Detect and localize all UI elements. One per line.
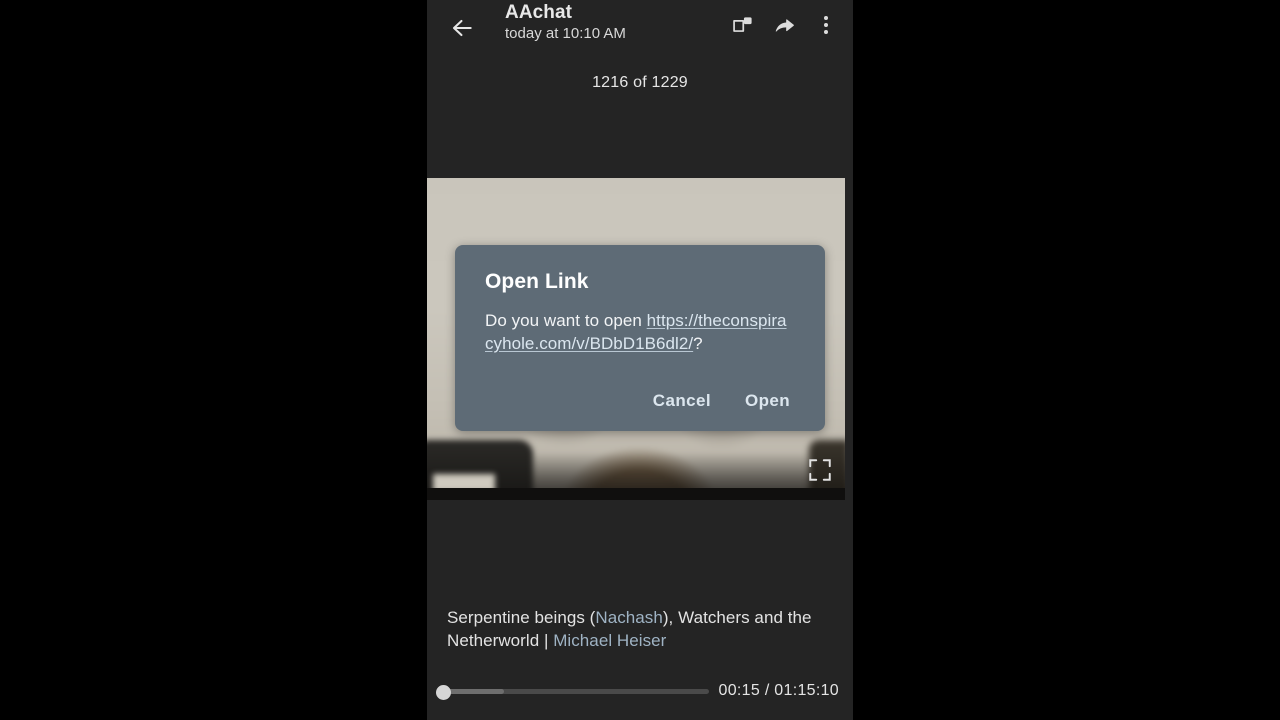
video-bottom-shadow [427, 488, 845, 500]
app-bar-actions [721, 4, 847, 46]
time-display: 00:15 / 01:15:10 [718, 682, 839, 699]
seek-thumb[interactable] [436, 685, 451, 700]
fullscreen-icon [807, 457, 833, 483]
back-arrow-icon [449, 15, 475, 41]
caption-link-nachash[interactable]: Nachash [595, 608, 662, 627]
open-link-dialog: Open Link Do you want to open https://th… [455, 245, 825, 431]
cancel-button[interactable]: Cancel [651, 387, 713, 415]
dialog-actions: Cancel Open [485, 387, 795, 415]
dialog-title: Open Link [485, 270, 589, 293]
chat-timestamp: today at 10:10 AM [505, 25, 626, 42]
message-counter: 1216 of 1229 [592, 74, 688, 91]
back-button[interactable] [440, 6, 484, 50]
fullscreen-button[interactable] [807, 457, 833, 483]
seek-bar[interactable] [439, 689, 709, 694]
chat-title-block[interactable]: AAchat today at 10:10 AM [505, 1, 705, 44]
caption-text-1: Serpentine beings ( [447, 608, 596, 627]
picture-in-picture-button[interactable] [721, 4, 763, 46]
dialog-message-suffix: ? [693, 334, 703, 353]
dialog-message: Do you want to open https://theconspirac… [485, 309, 795, 355]
dialog-message-prefix: Do you want to open [485, 311, 647, 330]
caption-link-author[interactable]: Michael Heiser [553, 631, 666, 650]
video-caption: Serpentine beings (Nachash), Watchers an… [447, 606, 837, 652]
player-controls: 00:15 / 01:15:10 [427, 678, 853, 708]
app-bar: AAchat today at 10:10 AM [427, 0, 853, 56]
page-title: AAchat [505, 2, 573, 23]
screen: AAchat today at 10:10 AM 1216 of 1229 Se… [0, 0, 1280, 720]
share-icon [772, 13, 797, 38]
overflow-menu-button[interactable] [805, 4, 847, 46]
picture-in-picture-icon [731, 14, 754, 37]
share-button[interactable] [763, 4, 805, 46]
open-button[interactable]: Open [743, 387, 792, 415]
overflow-menu-icon [816, 14, 836, 36]
